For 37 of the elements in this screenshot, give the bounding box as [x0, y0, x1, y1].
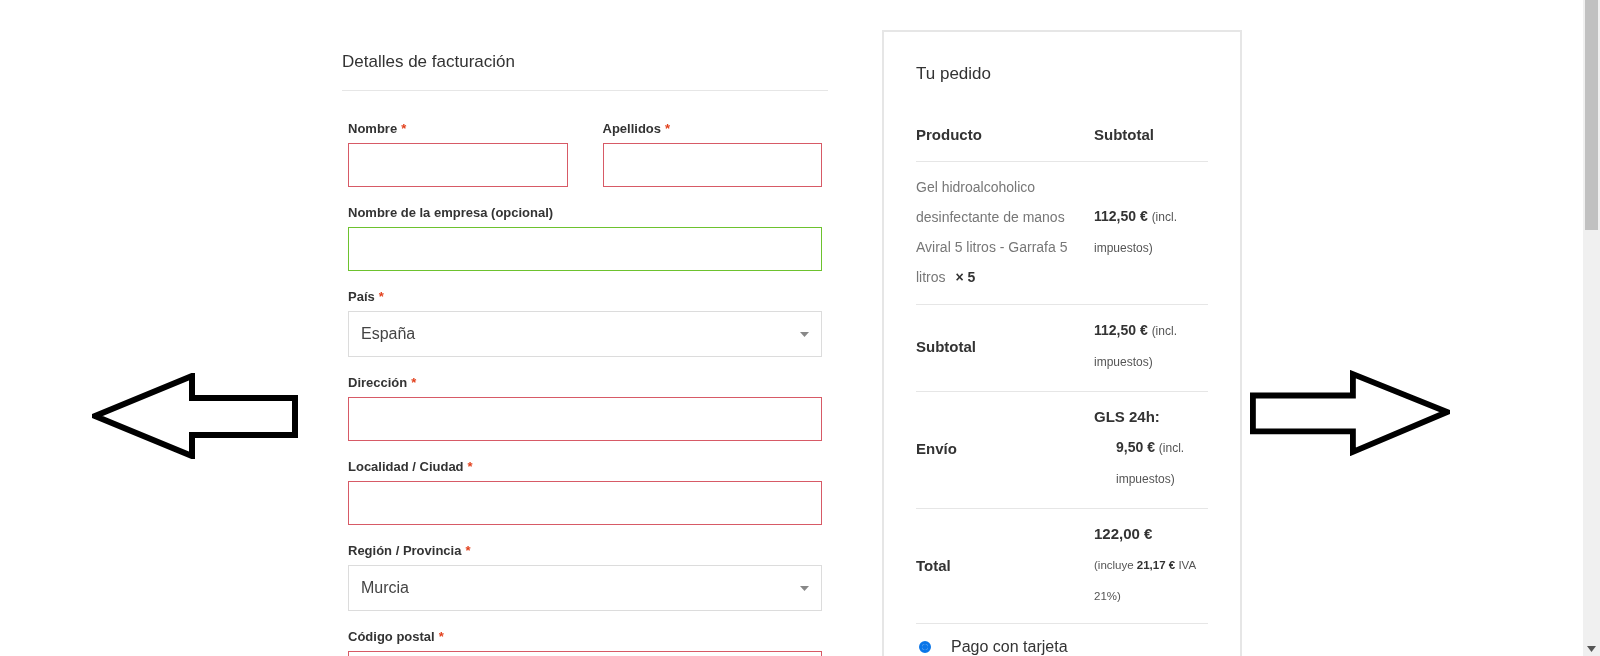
scrollbar[interactable]	[1583, 0, 1600, 656]
column-header: Producto	[916, 126, 983, 143]
payment-option[interactable]: Pago con tarjeta	[916, 638, 1208, 656]
field-label: Código postal *	[348, 629, 445, 645]
right-arrow-icon	[1250, 370, 1450, 456]
row-label: Total	[916, 556, 952, 574]
input-field[interactable]	[348, 397, 822, 441]
field-label: Localidad / Ciudad *	[348, 459, 474, 475]
input-field[interactable]	[602, 143, 822, 187]
tax-note: (incluye 21,17 € IVA 21%)	[1094, 559, 1196, 602]
field-label: Dirección *	[348, 375, 418, 391]
select-field[interactable]: Murcia	[348, 565, 822, 611]
caret-icon	[800, 331, 809, 337]
price-text: 112,50 € (incl. impuestos)	[1094, 207, 1178, 257]
shipping-method: GLS 24h:	[1094, 408, 1160, 425]
field-label: Apellidos *	[602, 121, 672, 137]
product-name: Gel hidroalcoholico desinfectante de manos Aviral 5 litros - Garrafa 5 litros × 5	[916, 178, 1069, 287]
input-field[interactable]	[348, 481, 822, 525]
price-text: 112,50 € (incl. impuestos)	[1094, 321, 1178, 371]
field-label: Región / Provincia *	[348, 543, 472, 559]
left-arrow-icon	[92, 373, 298, 459]
field-label: País *	[348, 289, 385, 305]
panel-title: Tu pedido	[916, 64, 992, 84]
row-label: Envío	[916, 439, 958, 457]
total-price: 122,00 €	[1094, 525, 1153, 542]
section-title: Detalles de facturación	[342, 52, 828, 91]
column-header: Subtotal	[1094, 126, 1155, 143]
caret-icon	[800, 585, 809, 591]
price-text: 9,50 € (incl. impuestos)	[1115, 438, 1186, 488]
select-field[interactable]: España	[348, 311, 822, 357]
input-field[interactable]	[348, 227, 822, 271]
field-label: Nombre de la empresa (opcional)	[348, 205, 555, 221]
row-label: Subtotal	[916, 337, 977, 355]
input-field[interactable]	[348, 143, 568, 187]
scroll-down-icon[interactable]	[1587, 646, 1596, 652]
field-label: Nombre *	[348, 121, 408, 137]
radio-button[interactable]	[919, 641, 931, 653]
